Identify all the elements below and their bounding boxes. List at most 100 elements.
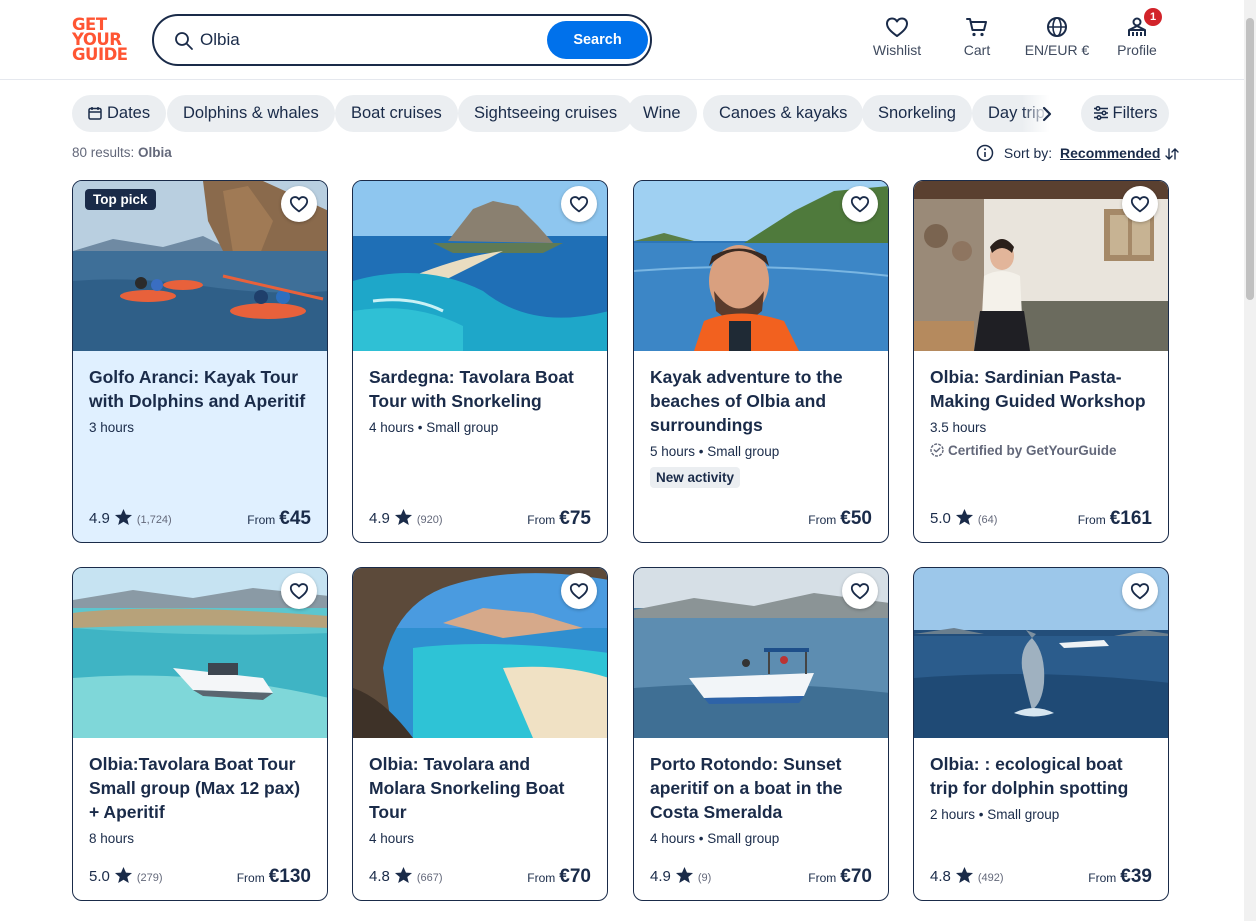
card-title[interactable]: Olbia: : ecological boat trip for dolphi… — [930, 752, 1152, 800]
sort-value[interactable]: Recommended — [1060, 145, 1160, 161]
wishlist-heart-button[interactable] — [561, 573, 597, 609]
cart-link[interactable]: Cart — [952, 16, 1002, 58]
activity-card[interactable]: Top pick Golfo Aranci: Kayak Tour with D… — [72, 180, 328, 543]
filters-label: Filters — [1112, 104, 1158, 122]
wishlist-heart-button[interactable] — [842, 573, 878, 609]
cart-icon — [966, 18, 987, 37]
wishlist-heart-button[interactable] — [281, 573, 317, 609]
activity-image[interactable] — [914, 568, 1168, 738]
card-footer: 4.9 (1,724) From €45 — [89, 500, 311, 530]
profile-label: Profile — [1117, 42, 1157, 58]
price-from-label: From — [527, 871, 556, 885]
chip-snorkeling[interactable]: Snorkeling — [862, 95, 972, 132]
info-icon — [976, 144, 994, 162]
price-from-label: From — [236, 871, 265, 885]
language-currency-selector[interactable]: EN/EUR € — [1020, 16, 1094, 58]
page-scrollbar[interactable] — [1244, 0, 1256, 921]
wishlist-link[interactable]: Wishlist — [868, 16, 926, 58]
heart-icon — [569, 583, 589, 600]
search-button[interactable]: Search — [547, 21, 648, 59]
review-count: (492) — [977, 872, 1004, 884]
card-body: Porto Rotondo: Sunset aperitif on a boat… — [634, 738, 888, 846]
review-count: (1,724) — [136, 514, 172, 526]
card-footer: 4.8 (667) From €70 — [369, 858, 591, 888]
sliders-icon — [1093, 105, 1108, 121]
activity-card[interactable]: Olbia: Tavolara and Molara Snorkeling Bo… — [352, 567, 608, 901]
card-rating: 5.0 (279) — [89, 866, 163, 885]
card-body: Olbia: Tavolara and Molara Snorkeling Bo… — [353, 738, 607, 846]
activity-card[interactable]: Olbia: Sardinian Pasta-Making Guided Wor… — [913, 180, 1169, 543]
activity-card[interactable]: Olbia: : ecological boat trip for dolphi… — [913, 567, 1169, 901]
card-title[interactable]: Olbia: Tavolara and Molara Snorkeling Bo… — [369, 752, 591, 824]
search-input[interactable] — [200, 28, 530, 52]
scrollbar-thumb[interactable] — [1246, 18, 1254, 300]
results-count-text: 80 results: — [72, 145, 135, 160]
heart-icon — [569, 196, 589, 213]
card-rating: 5.0 (64) — [930, 508, 997, 527]
activity-image[interactable] — [353, 181, 607, 351]
activity-card[interactable]: Porto Rotondo: Sunset aperitif on a boat… — [633, 567, 889, 901]
language-label: EN/EUR € — [1024, 42, 1090, 58]
getyourguide-logo[interactable]: GET YOUR GUIDE — [72, 16, 130, 63]
chip-label: Boat cruises — [351, 104, 442, 122]
wishlist-heart-button[interactable] — [842, 186, 878, 222]
cart-label: Cart — [963, 42, 991, 58]
wishlist-heart-button[interactable] — [281, 186, 317, 222]
chevron-right-icon — [1042, 106, 1052, 122]
star-icon — [114, 866, 132, 884]
price-amount: €39 — [1120, 866, 1152, 887]
card-footer: From €50 — [650, 500, 872, 530]
activity-image[interactable] — [914, 181, 1168, 351]
star-icon — [675, 866, 693, 884]
activity-image[interactable]: Top pick — [73, 181, 327, 351]
card-title[interactable]: Olbia: Sardinian Pasta-Making Guided Wor… — [930, 365, 1152, 413]
activity-card[interactable]: Sardegna: Tavolara Boat Tour with Snorke… — [352, 180, 608, 543]
card-title[interactable]: Porto Rotondo: Sunset aperitif on a boat… — [650, 752, 872, 824]
activity-image[interactable] — [634, 568, 888, 738]
globe-icon — [1047, 17, 1067, 37]
profile-link[interactable]: Profile 1 — [1112, 8, 1162, 58]
chip-canoes-kayaks[interactable]: Canoes & kayaks — [703, 95, 864, 132]
card-title[interactable]: Kayak adventure to the beaches of Olbia … — [650, 365, 872, 437]
card-rating: 4.9 (920) — [369, 508, 443, 527]
heart-icon — [1130, 196, 1150, 213]
chips-next-button[interactable] — [1033, 100, 1061, 128]
activity-image[interactable] — [634, 181, 888, 351]
chip-sightseeing-cruises[interactable]: Sightseeing cruises — [458, 95, 634, 132]
chip-label: Wine — [643, 104, 681, 122]
wishlist-heart-button[interactable] — [1122, 573, 1158, 609]
card-body: Olbia:Tavolara Boat Tour Small group (Ma… — [73, 738, 327, 846]
wishlist-label: Wishlist — [872, 42, 922, 58]
wishlist-heart-button[interactable] — [1122, 186, 1158, 222]
sort-control[interactable]: Sort by: Recommended — [976, 144, 1180, 162]
filters-button[interactable]: Filters — [1081, 95, 1169, 132]
activity-image[interactable] — [353, 568, 607, 738]
rating-value: 4.9 — [650, 868, 671, 885]
card-title[interactable]: Golfo Aranci: Kayak Tour with Dolphins a… — [89, 365, 311, 413]
chip-wine[interactable]: Wine — [627, 95, 697, 132]
price-amount: €45 — [279, 508, 311, 529]
price-amount: €70 — [840, 866, 872, 887]
price-amount: €130 — [268, 866, 311, 887]
chip-dolphins-whales[interactable]: Dolphins & whales — [167, 95, 335, 132]
activity-image[interactable] — [73, 568, 327, 738]
price-from-label: From — [247, 513, 276, 527]
card-title[interactable]: Olbia:Tavolara Boat Tour Small group (Ma… — [89, 752, 311, 824]
heart-icon — [289, 196, 309, 213]
review-count: (279) — [136, 872, 163, 884]
activity-card[interactable]: Kayak adventure to the beaches of Olbia … — [633, 180, 889, 543]
card-duration: 3.5 hours — [930, 420, 987, 435]
new-activity-tag: New activity — [650, 467, 741, 488]
chip-boat-cruises[interactable]: Boat cruises — [335, 95, 458, 132]
heart-icon — [886, 17, 908, 37]
price-from-label: From — [808, 871, 837, 885]
chip-dates[interactable]: Dates — [72, 95, 167, 132]
rating-value: 5.0 — [89, 868, 110, 885]
activity-card[interactable]: Olbia:Tavolara Boat Tour Small group (Ma… — [72, 567, 328, 901]
wishlist-heart-button[interactable] — [561, 186, 597, 222]
price-from-label: From — [527, 513, 556, 527]
card-title[interactable]: Sardegna: Tavolara Boat Tour with Snorke… — [369, 365, 591, 413]
price-amount: €70 — [559, 866, 591, 887]
card-duration: 5 hours • Small group — [650, 444, 780, 459]
card-duration: 8 hours — [89, 831, 135, 846]
